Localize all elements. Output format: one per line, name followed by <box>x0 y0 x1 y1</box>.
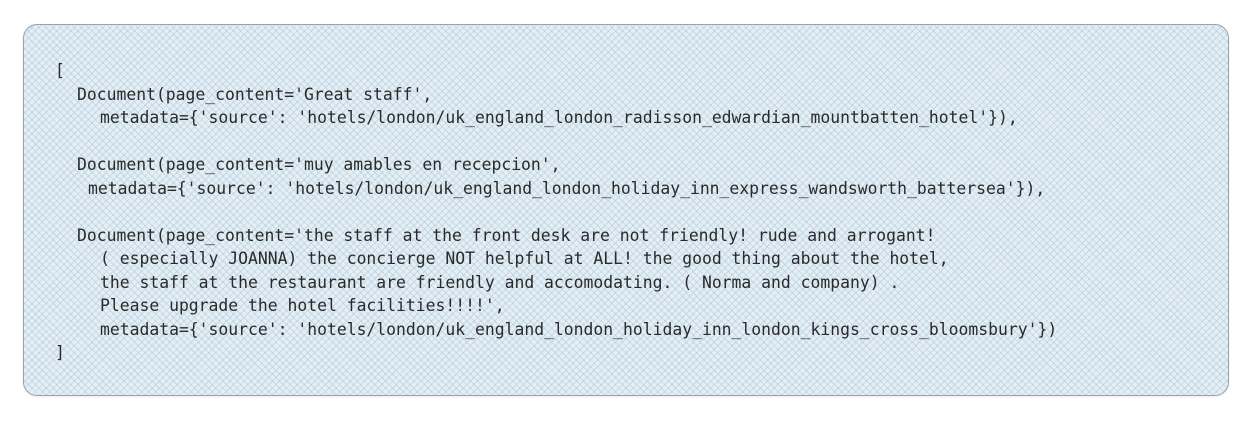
document-3-metadata-line: metadata={'source': 'hotels/london/uk_en… <box>100 320 1058 339</box>
open-bracket: [ <box>55 61 65 80</box>
document-3-content-line-2: ( especially JOANNA) the concierge NOT h… <box>100 249 949 268</box>
document-3-content-line-4: Please upgrade the hotel facilities!!!!'… <box>100 296 505 315</box>
document-3-content-line-3: the staff at the restaurant are friendly… <box>100 273 900 292</box>
code-output-panel: [ Document(page_content='Great staff', m… <box>23 24 1229 396</box>
document-2-metadata-line: metadata={'source': 'hotels/london/uk_en… <box>88 179 1046 198</box>
close-bracket: ] <box>55 343 65 362</box>
document-3-content-line-1: Document(page_content='the staff at the … <box>77 226 936 245</box>
document-1-metadata-line: metadata={'source': 'hotels/london/uk_en… <box>100 108 1018 127</box>
document-2-content-line: Document(page_content='muy amables en re… <box>77 155 561 174</box>
document-1-content-line: Document(page_content='Great staff', <box>77 85 433 104</box>
